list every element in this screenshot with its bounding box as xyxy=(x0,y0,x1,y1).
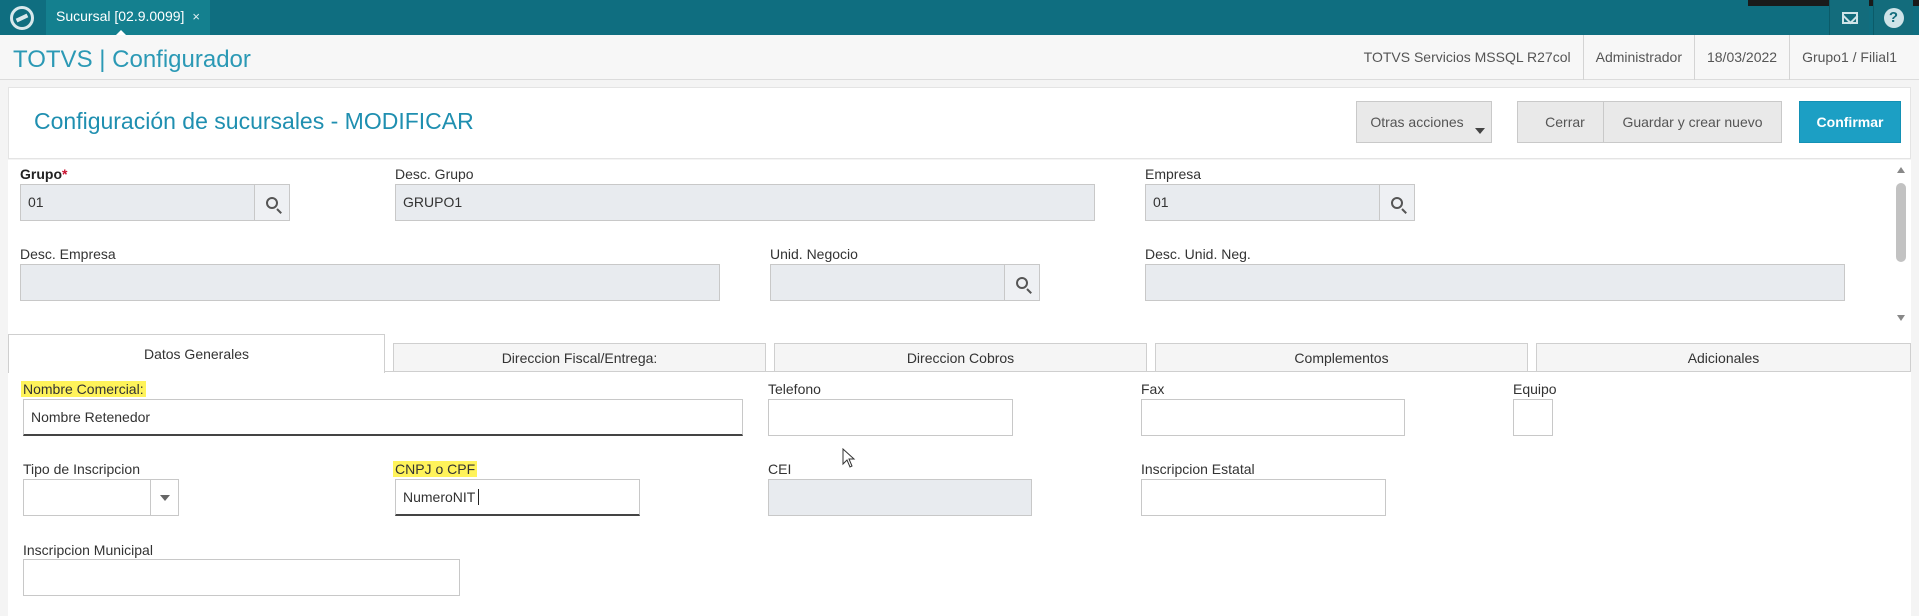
grupo-label: Grupo* xyxy=(20,166,67,182)
cnpj-cpf-label: CNPJ o CPF xyxy=(393,461,478,477)
telefono-label: Telefono xyxy=(768,381,821,397)
nombre-comercial-input[interactable]: Nombre Retenedor xyxy=(23,399,743,436)
mail-button[interactable] xyxy=(1829,0,1869,35)
tab-direccion-fiscal[interactable]: Direccion Fiscal/Entrega: xyxy=(393,343,766,371)
search-icon xyxy=(1016,276,1028,289)
inscripcion-estatal-label: Inscripcion Estatal xyxy=(1141,461,1255,477)
empresa-lookup-button[interactable] xyxy=(1379,184,1415,221)
page-header: Configuración de sucursales - MODIFICAR … xyxy=(8,87,1911,159)
inscripcion-municipal-label: Inscripcion Municipal xyxy=(23,542,153,558)
cnpj-cpf-label-text: CNPJ o CPF xyxy=(393,461,478,477)
unid-negocio-input[interactable] xyxy=(770,264,1005,301)
search-icon xyxy=(266,196,278,209)
tipo-inscripcion-label: Tipo de Inscripcion xyxy=(23,461,140,477)
scroll-down-icon[interactable] xyxy=(1897,315,1905,321)
nombre-comercial-label-text: Nombre Comercial: xyxy=(21,381,146,397)
cei-label: CEI xyxy=(768,461,792,477)
form-scrollbar[interactable] xyxy=(1894,163,1908,325)
chevron-down-icon[interactable] xyxy=(150,479,178,516)
desc-unid-neg-input[interactable] xyxy=(1145,264,1845,301)
help-button[interactable]: ? xyxy=(1873,0,1913,35)
tab-adicionales[interactable]: Adicionales xyxy=(1536,343,1911,371)
other-actions-button[interactable]: Otras acciones xyxy=(1356,101,1492,143)
tab-sucursal-label: Sucursal [02.9.0099] xyxy=(56,8,185,24)
desc-empresa-input[interactable] xyxy=(20,264,720,301)
unid-negocio-label: Unid. Negocio xyxy=(770,246,858,262)
grupo-input[interactable]: 01 xyxy=(20,184,255,221)
tab-complementos[interactable]: Complementos xyxy=(1155,343,1528,371)
desc-grupo-label: Desc. Grupo xyxy=(395,166,474,182)
confirm-button[interactable]: Confirmar xyxy=(1799,101,1901,143)
scroll-thumb[interactable] xyxy=(1896,183,1906,262)
page-title: Configuración de sucursales - MODIFICAR xyxy=(34,108,474,134)
scroll-up-icon[interactable] xyxy=(1897,167,1905,173)
environment-label: TOTVS Servicios MSSQL R27col xyxy=(1363,49,1571,65)
grupo-lookup-button[interactable] xyxy=(254,184,290,221)
top-tab-bar: Sucursal [02.9.0099] × ? xyxy=(0,0,1919,38)
tab-direccion-cobros[interactable]: Direccion Cobros xyxy=(774,343,1147,371)
mouse-cursor-icon xyxy=(842,448,856,468)
fax-label: Fax xyxy=(1141,381,1165,397)
chevron-down-icon xyxy=(1475,128,1485,134)
save-and-new-button[interactable]: Guardar y crear nuevo xyxy=(1603,101,1782,143)
nombre-comercial-label: Nombre Comercial: xyxy=(21,381,146,397)
cnpj-cpf-input[interactable]: NumeroNIT xyxy=(395,479,640,516)
search-icon xyxy=(1391,196,1403,209)
tipo-inscripcion-select[interactable] xyxy=(23,479,179,516)
app-header: TOTVS | Configurador TOTVS Servicios MSS… xyxy=(0,35,1919,80)
totvs-logo-icon[interactable] xyxy=(10,6,34,30)
telefono-input[interactable] xyxy=(768,399,1013,436)
cnpj-cpf-value: NumeroNIT xyxy=(403,489,480,505)
date-label: 18/03/2022 xyxy=(1693,35,1789,80)
close-icon[interactable]: × xyxy=(192,9,200,24)
grupo-label-text: Grupo xyxy=(20,166,62,182)
desc-grupo-input[interactable]: GRUPO1 xyxy=(395,184,1095,221)
form-area xyxy=(8,160,1911,616)
inscripcion-municipal-input[interactable] xyxy=(23,559,460,596)
empresa-label: Empresa xyxy=(1145,166,1202,182)
fax-input[interactable] xyxy=(1141,399,1405,436)
desc-unid-neg-label: Desc. Unid. Neg. xyxy=(1145,246,1251,262)
mail-icon xyxy=(1841,11,1858,24)
help-icon: ? xyxy=(1883,7,1904,28)
empresa-input[interactable]: 01 xyxy=(1145,184,1380,221)
equipo-input[interactable] xyxy=(1513,399,1553,436)
header-info: TOTVS Servicios MSSQL R27col Administrad… xyxy=(1352,35,1909,80)
inscripcion-estatal-input[interactable] xyxy=(1141,479,1386,516)
equipo-label: Equipo xyxy=(1513,381,1557,397)
cei-input[interactable] xyxy=(768,479,1032,516)
branch-label: Grupo1 / Filial1 xyxy=(1789,35,1909,80)
desc-empresa-label: Desc. Empresa xyxy=(20,246,116,262)
close-button[interactable]: Cerrar xyxy=(1517,101,1613,143)
user-label: Administrador xyxy=(1582,35,1694,80)
required-mark: * xyxy=(62,166,68,182)
app-title: TOTVS | Configurador xyxy=(13,46,251,73)
unid-negocio-lookup-button[interactable] xyxy=(1004,264,1040,301)
other-actions-label: Otras acciones xyxy=(1370,114,1464,130)
tab-datos-generales[interactable]: Datos Generales xyxy=(8,334,385,373)
